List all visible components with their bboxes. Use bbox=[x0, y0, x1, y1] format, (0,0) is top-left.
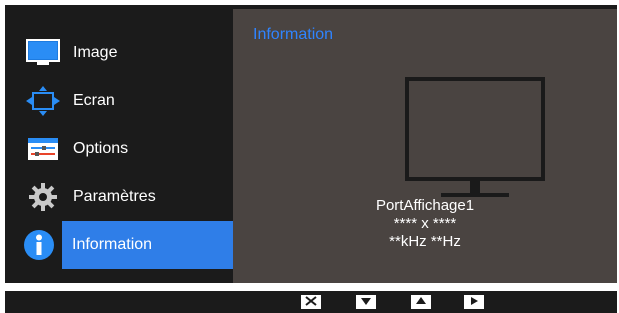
sidebar-item-label: Ecran bbox=[73, 92, 115, 109]
monitor-illustration bbox=[403, 75, 547, 201]
options-icon bbox=[25, 133, 61, 165]
close-icon bbox=[305, 293, 317, 311]
sidebar-item-information[interactable]: Information bbox=[24, 221, 233, 269]
sidebar-item-label: Image bbox=[73, 44, 118, 61]
arrow-down-icon bbox=[360, 293, 372, 311]
close-button[interactable] bbox=[301, 295, 321, 309]
information-panel: Information PortAffichage1 **** x **** *… bbox=[233, 9, 617, 283]
sidebar-item-label: Options bbox=[73, 140, 129, 157]
screen-resize-icon bbox=[25, 85, 61, 117]
down-button[interactable] bbox=[356, 295, 376, 309]
sidebar-item-options[interactable]: Options bbox=[5, 125, 233, 173]
arrow-right-icon bbox=[468, 293, 480, 311]
sidebar-item-parametres[interactable]: Paramètres bbox=[5, 173, 233, 221]
source-name: PortAffichage1 bbox=[375, 197, 475, 214]
monitor-icon bbox=[25, 37, 61, 69]
resolution-value: **** x **** bbox=[393, 215, 457, 232]
sidebar-item-label: Information bbox=[72, 236, 153, 253]
arrow-up-icon bbox=[415, 293, 427, 311]
control-bar bbox=[5, 291, 617, 313]
up-button[interactable] bbox=[411, 295, 431, 309]
right-button[interactable] bbox=[464, 295, 484, 309]
sidebar-item-ecran[interactable]: Ecran bbox=[5, 77, 233, 125]
gear-icon bbox=[25, 181, 61, 213]
frequency-value: **kHz **Hz bbox=[389, 233, 461, 250]
sidebar-item-image[interactable]: Image bbox=[5, 29, 233, 77]
info-icon bbox=[21, 229, 57, 261]
panel-title: Information bbox=[253, 26, 334, 43]
sidebar-item-label: Paramètres bbox=[73, 188, 156, 205]
